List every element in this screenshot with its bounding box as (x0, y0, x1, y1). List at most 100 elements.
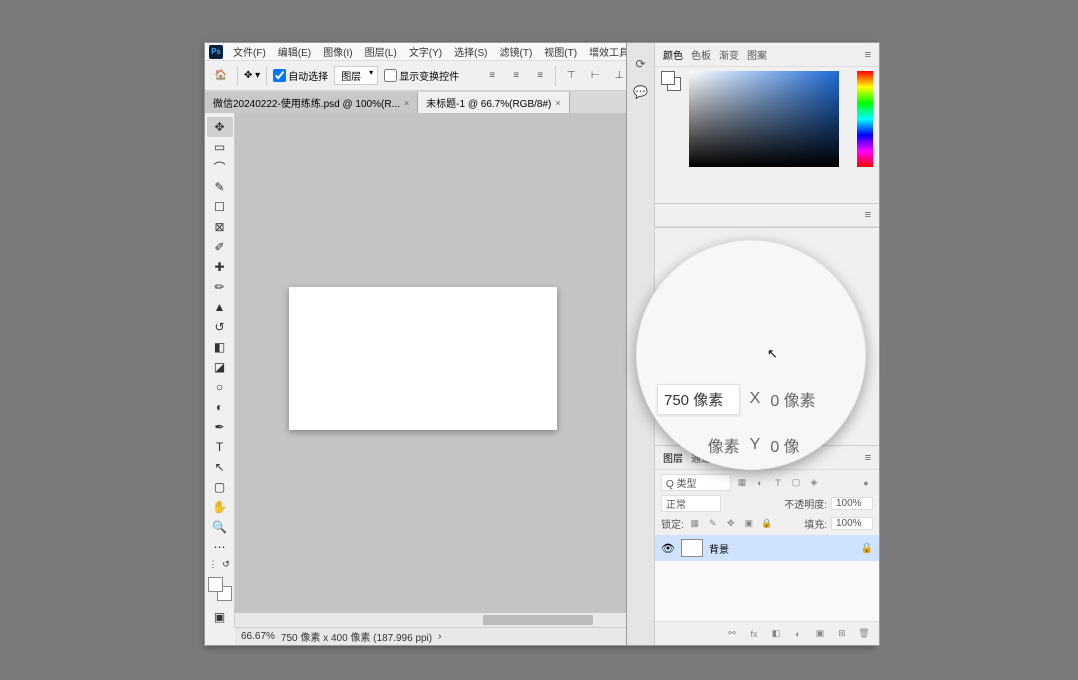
layer-name[interactable]: 背景 (709, 541, 729, 556)
auto-select-mode-select[interactable]: 图层 (334, 66, 378, 85)
menu-view[interactable]: 视图(T) (542, 44, 579, 59)
tab-close-icon[interactable]: × (404, 98, 409, 108)
menu-filter[interactable]: 滤镜(T) (498, 44, 535, 59)
blur-tool[interactable]: ○ (207, 377, 233, 397)
color-field[interactable] (689, 71, 839, 167)
opacity-input[interactable]: 100% (831, 497, 873, 510)
document-info[interactable]: 750 像素 x 400 像素 (187.996 ppi) (281, 629, 432, 644)
filter-type-icon[interactable]: T (771, 476, 785, 490)
menu-edit[interactable]: 编辑(E) (276, 44, 313, 59)
zoomed-properties-fields: 750 像素 X 0 像素 像素 Y 0 像 (657, 383, 853, 461)
lock-transparency-icon[interactable]: ▦ (688, 517, 702, 531)
panel-menu-icon[interactable]: ≡ (865, 209, 871, 221)
tab-close-icon[interactable]: × (555, 98, 560, 108)
menu-select[interactable]: 选择(S) (452, 44, 489, 59)
screen-mode-icon[interactable]: ▣ (207, 607, 233, 627)
chevron-right-icon[interactable]: › (438, 631, 441, 642)
panel-fg-bg-swatches[interactable] (661, 71, 681, 91)
menu-image[interactable]: 图像(I) (321, 44, 354, 59)
dodge-tool[interactable]: ◐ (207, 397, 233, 417)
align-right-icon[interactable]: ≡ (531, 67, 549, 85)
gradient-tool[interactable]: ◪ (207, 357, 233, 377)
lock-position-icon[interactable]: ✥ (724, 517, 738, 531)
lock-all-icon[interactable]: 🔒 (760, 517, 774, 531)
marquee-tool[interactable]: ▭ (207, 137, 233, 157)
lock-image-icon[interactable]: ✎ (706, 517, 720, 531)
color-tab[interactable]: 颜色 (663, 47, 683, 62)
filter-adjust-icon[interactable]: ◐ (753, 476, 767, 490)
fill-input[interactable]: 100% (831, 517, 873, 530)
lock-artboard-icon[interactable]: ▣ (742, 517, 756, 531)
hue-slider[interactable] (857, 71, 873, 167)
brush-tool[interactable]: ✏ (207, 277, 233, 297)
filter-smart-icon[interactable]: ◈ (807, 476, 821, 490)
canvas-document[interactable] (289, 287, 557, 430)
x-value[interactable]: 0 像素 (770, 383, 853, 415)
new-layer-icon[interactable]: ⊞ (835, 627, 849, 641)
filter-toggle-icon[interactable]: ● (859, 476, 873, 490)
layer-row[interactable]: 👁 背景 🔒 (655, 535, 879, 561)
stamp-tool[interactable]: ▲ (207, 297, 233, 317)
visibility-eye-icon[interactable]: 👁 (661, 542, 675, 555)
gradients-tab[interactable]: 渐变 (719, 47, 739, 62)
history-brush-tool[interactable]: ↺ (207, 317, 233, 337)
swatches-tab[interactable]: 色板 (691, 47, 711, 62)
menu-file[interactable]: 文件(F) (231, 44, 268, 59)
fg-bg-swatches[interactable] (208, 577, 232, 601)
width-input[interactable]: 750 像素 (657, 384, 740, 415)
home-icon[interactable]: 🏠 (211, 66, 231, 86)
layer-style-icon[interactable]: fx (747, 627, 761, 641)
menu-layer[interactable]: 图层(L) (363, 44, 399, 59)
healing-tool[interactable]: ✚ (207, 257, 233, 277)
y-value[interactable]: 0 像 (770, 429, 853, 461)
type-tool[interactable]: T (207, 437, 233, 457)
swap-colors-icon[interactable]: ↺ (220, 558, 233, 571)
pen-tool[interactable]: ✒ (207, 417, 233, 437)
layer-filter-select[interactable]: Q 类型 (661, 474, 731, 491)
quick-select-tool[interactable]: ✎ (207, 177, 233, 197)
move-tool[interactable]: ✥ (207, 117, 233, 137)
group-icon[interactable]: ▣ (813, 627, 827, 641)
panel-menu-icon[interactable]: ≡ (865, 452, 871, 464)
hand-tool[interactable]: ✋ (207, 497, 233, 517)
align-left-icon[interactable]: ≡ (483, 67, 501, 85)
lock-icon[interactable]: 🔒 (861, 543, 873, 554)
align-middle-icon[interactable]: ⊢ (586, 67, 604, 85)
adjustment-layer-icon[interactable]: ◐ (791, 627, 805, 641)
scrollbar-thumb[interactable] (483, 615, 593, 625)
link-layers-icon[interactable]: ⚯ (725, 627, 739, 641)
path-select-tool[interactable]: ↖ (207, 457, 233, 477)
document-tab-1[interactable]: 微信20240222-使用练练.psd @ 100%(R... × (205, 92, 418, 113)
history-panel-icon[interactable]: ⟳ (632, 55, 650, 73)
edit-toolbar-icon[interactable]: ⋮ (207, 558, 220, 571)
eyedropper-tool[interactable]: ✐ (207, 237, 233, 257)
frame-tool[interactable]: ⊠ (207, 217, 233, 237)
show-transform-checkbox[interactable]: 显示变换控件 (384, 68, 459, 83)
filter-pixel-icon[interactable]: ▦ (735, 476, 749, 490)
align-center-h-icon[interactable]: ≡ (507, 67, 525, 85)
align-top-icon[interactable]: ⊤ (562, 67, 580, 85)
menu-type[interactable]: 文字(Y) (407, 44, 444, 59)
patterns-tab[interactable]: 图案 (747, 47, 767, 62)
height-input[interactable]: 像素 (657, 429, 740, 461)
tool-preset-dropdown[interactable]: ✥ ▾ (244, 70, 260, 81)
comments-panel-icon[interactable]: 💬 (632, 83, 650, 101)
shape-tool[interactable]: ▢ (207, 477, 233, 497)
more-tools-icon[interactable]: ⋯ (207, 537, 233, 557)
zoom-tool[interactable]: 🔍 (207, 517, 233, 537)
lasso-tool[interactable]: ⌒ (207, 157, 233, 177)
panel-menu-icon[interactable]: ≡ (865, 49, 871, 61)
document-tab-2[interactable]: 未标题-1 @ 66.7%(RGB/8#) × (418, 92, 569, 113)
foreground-color-swatch[interactable] (208, 577, 223, 592)
filter-shape-icon[interactable]: ▢ (789, 476, 803, 490)
fg-swatch[interactable] (661, 71, 675, 85)
trash-icon[interactable]: 🗑 (857, 627, 871, 641)
auto-select-checkbox[interactable]: 自动选择 (273, 68, 328, 83)
crop-tool[interactable]: ☐ (207, 197, 233, 217)
layer-thumbnail[interactable] (681, 539, 703, 557)
zoom-level[interactable]: 66.67% (241, 631, 275, 642)
menu-plugins[interactable]: 增效工具 (587, 44, 631, 59)
eraser-tool[interactable]: ◧ (207, 337, 233, 357)
layer-mask-icon[interactable]: ◧ (769, 627, 783, 641)
blend-mode-select[interactable]: 正常 (661, 495, 721, 512)
